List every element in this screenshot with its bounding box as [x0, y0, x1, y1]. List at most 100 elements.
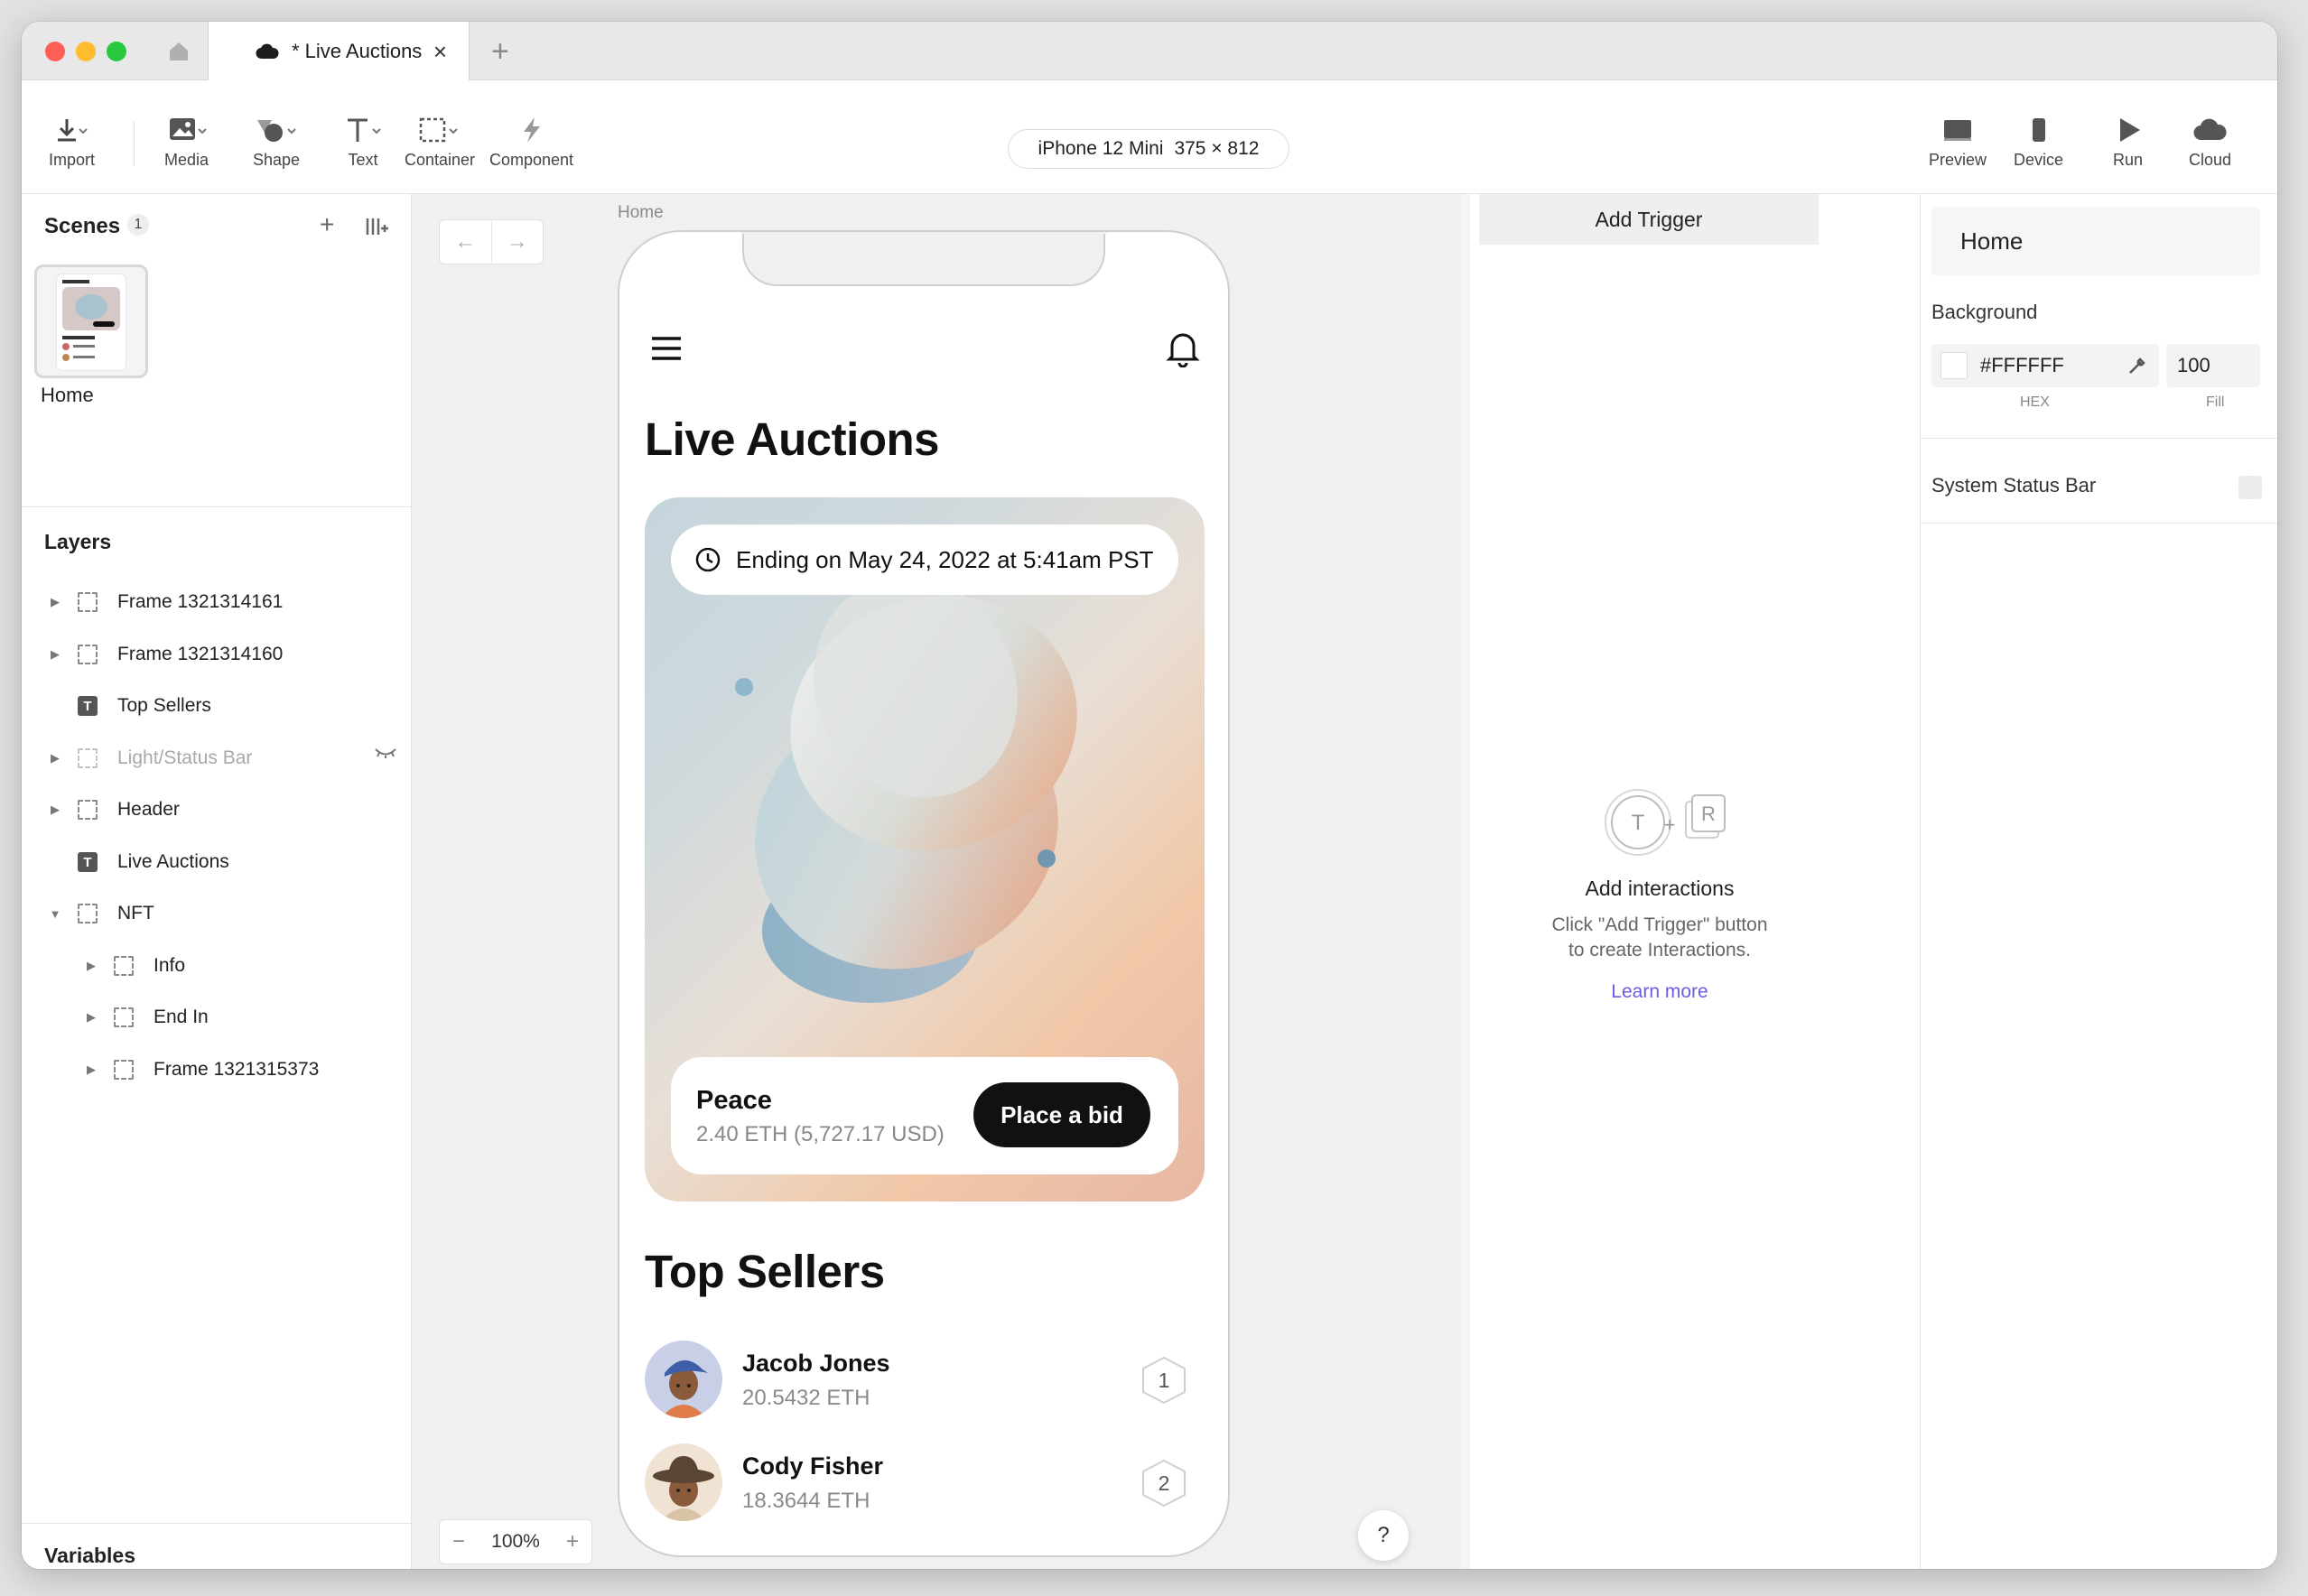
trigger-plus: +	[1664, 813, 1676, 836]
forward-arrow-icon[interactable]: →	[490, 220, 544, 264]
cloud-button[interactable]: Cloud	[2189, 116, 2231, 170]
layer-item[interactable]: ▶ Header	[47, 792, 180, 828]
container-button[interactable]: Container	[405, 116, 475, 170]
collapse-arrow-icon[interactable]: ▼	[47, 907, 63, 921]
text-tool-button[interactable]: Text	[342, 116, 384, 170]
minimize-window-button[interactable]	[76, 42, 96, 61]
nft-artwork	[735, 588, 1077, 1003]
add-interactions-description: Click "Add Trigger" button to create Int…	[1470, 913, 1849, 963]
tab-close-button[interactable]: ×	[433, 38, 447, 66]
zoom-window-button[interactable]	[107, 42, 126, 61]
layer-label: Frame 1321314161	[117, 591, 284, 612]
background-label: Background	[1931, 301, 2038, 323]
container-label: Container	[405, 151, 476, 169]
device-button[interactable]: Device	[2014, 116, 2063, 170]
document-tab[interactable]: * Live Auctions ×	[208, 22, 470, 81]
cloud-icon	[256, 43, 279, 60]
panel-divider	[1921, 438, 2277, 439]
expand-arrow-icon[interactable]: ▶	[83, 959, 99, 973]
seller-row[interactable]: Jacob Jones 20.5432 ETH 1	[645, 1341, 1205, 1422]
expand-arrow-icon[interactable]: ▶	[47, 595, 63, 609]
nft-card[interactable]: Ending on May 24, 2022 at 5:41am PST Pea…	[645, 497, 1205, 1202]
panel-divider	[22, 506, 411, 507]
expand-arrow-icon[interactable]: ▶	[83, 1010, 99, 1025]
lightning-icon	[523, 117, 540, 143]
trigger-response-icon: T + R	[1605, 789, 1726, 856]
learn-more-link[interactable]: Learn more	[1470, 981, 1849, 1003]
frame-icon	[114, 956, 134, 976]
frame-icon	[78, 592, 98, 612]
layer-item[interactable]: T Top Sellers	[47, 688, 211, 724]
menu-icon[interactable]	[650, 335, 683, 362]
phone-notch	[742, 232, 1105, 286]
layer-item[interactable]: ▶ Frame 1321315373	[83, 1052, 319, 1088]
shape-button[interactable]: Shape	[253, 116, 300, 170]
device-selector[interactable]: iPhone 12 Mini 375 × 812	[1008, 129, 1289, 169]
zoom-in-button[interactable]: +	[566, 1529, 579, 1554]
layer-label: NFT	[117, 903, 154, 923]
layer-label: Header	[117, 799, 180, 820]
layer-item[interactable]: ▼ NFT	[47, 895, 154, 932]
media-button[interactable]: Media	[164, 116, 209, 170]
variables-title[interactable]: Variables	[44, 1544, 135, 1568]
layer-item[interactable]: ▶ Info	[83, 948, 185, 984]
seller-eth: 20.5432 ETH	[742, 1386, 870, 1410]
description-line: to create Interactions.	[1568, 940, 1751, 960]
zoom-level[interactable]: 100%	[491, 1531, 540, 1553]
layer-item[interactable]: ▶ Frame 1321314160	[47, 636, 283, 673]
layer-label: Info	[154, 955, 186, 976]
home-icon[interactable]	[161, 36, 197, 67]
help-button[interactable]: ?	[1358, 1510, 1409, 1561]
ending-time-text: Ending on May 24, 2022 at 5:41am PST	[736, 545, 1154, 573]
frame-icon	[78, 748, 98, 768]
layer-item[interactable]: ▶ Frame 1321314161	[47, 584, 283, 620]
nft-info-card: Peace 2.40 ETH (5,727.17 USD) Place a bi…	[671, 1057, 1178, 1174]
scene-thumbnail-home[interactable]	[34, 264, 148, 378]
system-status-bar-checkbox[interactable]	[2238, 476, 2262, 499]
bell-icon[interactable]	[1165, 329, 1201, 367]
avatar	[645, 1443, 722, 1521]
scene-navigation: ← →	[439, 219, 544, 264]
text-label: Text	[348, 151, 378, 169]
hex-color-field[interactable]: #FFFFFF	[1931, 344, 2159, 387]
zoom-control: − 100% +	[439, 1519, 592, 1564]
frame-icon	[78, 800, 98, 820]
layer-item[interactable]: T Live Auctions	[47, 844, 229, 880]
scene-name-field[interactable]: Home	[1931, 207, 2260, 275]
close-window-button[interactable]	[45, 42, 65, 61]
fill-opacity-field[interactable]: 100	[2166, 344, 2260, 387]
panel-divider	[1921, 523, 2277, 524]
phone-icon	[2032, 118, 2045, 142]
text-layer-icon: T	[78, 696, 98, 716]
sort-scenes-icon[interactable]	[365, 216, 390, 237]
run-button[interactable]: Run	[2113, 116, 2143, 170]
hidden-eye-icon[interactable]	[374, 747, 397, 759]
hex-caption: HEX	[2020, 394, 2050, 410]
toolbar: Import Media Shape Text Container Compon…	[22, 80, 2277, 194]
seller-row[interactable]: Cody Fisher 18.3644 ETH 2	[645, 1443, 1205, 1525]
phone-frame[interactable]: Live Auctions Ending on May 24, 2022 at …	[618, 230, 1230, 1557]
rank-number: 2	[1158, 1471, 1170, 1495]
color-swatch[interactable]	[1940, 352, 1968, 379]
title-bar: * Live Auctions × +	[22, 22, 2277, 81]
new-tab-button[interactable]: +	[491, 34, 509, 70]
add-scene-button[interactable]: +	[320, 210, 334, 239]
expand-arrow-icon[interactable]: ▶	[47, 803, 63, 817]
import-button[interactable]: Import	[49, 116, 95, 170]
back-arrow-icon[interactable]: ←	[440, 220, 491, 264]
add-trigger-button[interactable]: Add Trigger	[1479, 194, 1819, 245]
place-bid-button[interactable]: Place a bid	[973, 1082, 1150, 1147]
expand-arrow-icon[interactable]: ▶	[47, 751, 63, 766]
cloud-icon	[2193, 118, 2227, 141]
layer-label: Frame 1321315373	[154, 1059, 320, 1080]
expand-arrow-icon[interactable]: ▶	[47, 647, 63, 662]
expand-arrow-icon[interactable]: ▶	[83, 1062, 99, 1077]
canvas[interactable]: ← → Home Live Auctions Ending on May 24,…	[412, 194, 1461, 1569]
preview-button[interactable]: Preview	[1929, 116, 1987, 170]
layer-item[interactable]: ▶ End In	[83, 999, 209, 1035]
component-button[interactable]: Component	[489, 116, 573, 170]
layer-item[interactable]: ▶ Light/Status Bar	[47, 740, 252, 776]
eyedropper-icon[interactable]	[2127, 355, 2148, 376]
rank-number: 1	[1158, 1368, 1170, 1392]
zoom-out-button[interactable]: −	[452, 1529, 465, 1554]
